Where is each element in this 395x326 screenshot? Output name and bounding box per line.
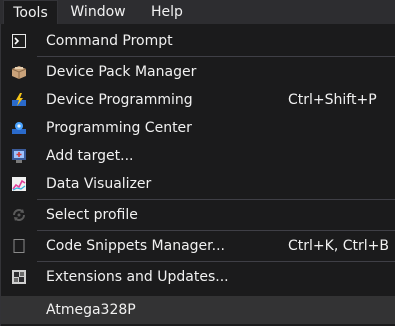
- menu-item-device-programming[interactable]: Device Programming Ctrl+Shift+P: [1, 87, 395, 113]
- menu-item-label: Device Pack Manager: [46, 64, 197, 80]
- menu-item-command-prompt[interactable]: Command Prompt: [1, 28, 395, 54]
- menu-item-programming-center[interactable]: Programming Center: [1, 115, 395, 141]
- programming-center-icon: [11, 120, 27, 136]
- select-profile-icon: [11, 207, 27, 223]
- menu-item-label: Device Programming: [46, 92, 193, 108]
- device-programming-icon: [11, 92, 27, 108]
- menu-item-label: Atmega328P: [46, 302, 136, 318]
- menu-help[interactable]: Help: [140, 0, 194, 24]
- menu-item-data-visualizer[interactable]: Data Visualizer: [1, 171, 395, 197]
- menu-item-label: Code Snippets Manager...: [46, 238, 225, 254]
- menu-separator: [37, 261, 395, 262]
- data-visualizer-icon: [11, 176, 27, 192]
- menu-item-label: Command Prompt: [46, 33, 173, 49]
- menu-item-shortcut: Ctrl+Shift+P: [288, 92, 377, 108]
- menu-item-shortcut: Ctrl+K, Ctrl+B: [288, 238, 389, 254]
- menu-item-label: Data Visualizer: [46, 176, 152, 192]
- menu-separator: [37, 56, 395, 57]
- menu-item-label: Programming Center: [46, 120, 192, 136]
- extensions-icon: [11, 269, 27, 285]
- tools-dropdown-menu: Command Prompt Device Pack Manager Devic…: [0, 24, 395, 326]
- command-prompt-icon: [11, 33, 27, 49]
- menu-item-label: Extensions and Updates...: [46, 269, 229, 285]
- menu-item-add-target[interactable]: Add target...: [1, 143, 395, 169]
- menu-bar: Tools Window Help: [0, 0, 395, 24]
- menu-item-label: Select profile: [46, 207, 138, 223]
- code-snippets-icon: [11, 238, 27, 254]
- menu-tools[interactable]: Tools: [3, 0, 58, 24]
- menu-item-code-snippets-manager[interactable]: Code Snippets Manager... Ctrl+K, Ctrl+B: [1, 233, 395, 259]
- menu-separator: [37, 199, 395, 200]
- menu-item-atmega328p[interactable]: Atmega328P: [1, 296, 395, 324]
- menu-window[interactable]: Window: [62, 0, 134, 24]
- menu-item-select-profile[interactable]: Select profile: [1, 202, 395, 228]
- menu-item-label: Add target...: [46, 148, 134, 164]
- package-box-icon: [11, 64, 27, 80]
- menu-item-extensions-and-updates[interactable]: Extensions and Updates...: [1, 264, 395, 290]
- add-target-icon: [11, 148, 27, 164]
- menu-item-device-pack-manager[interactable]: Device Pack Manager: [1, 59, 395, 85]
- menu-separator: [37, 230, 395, 231]
